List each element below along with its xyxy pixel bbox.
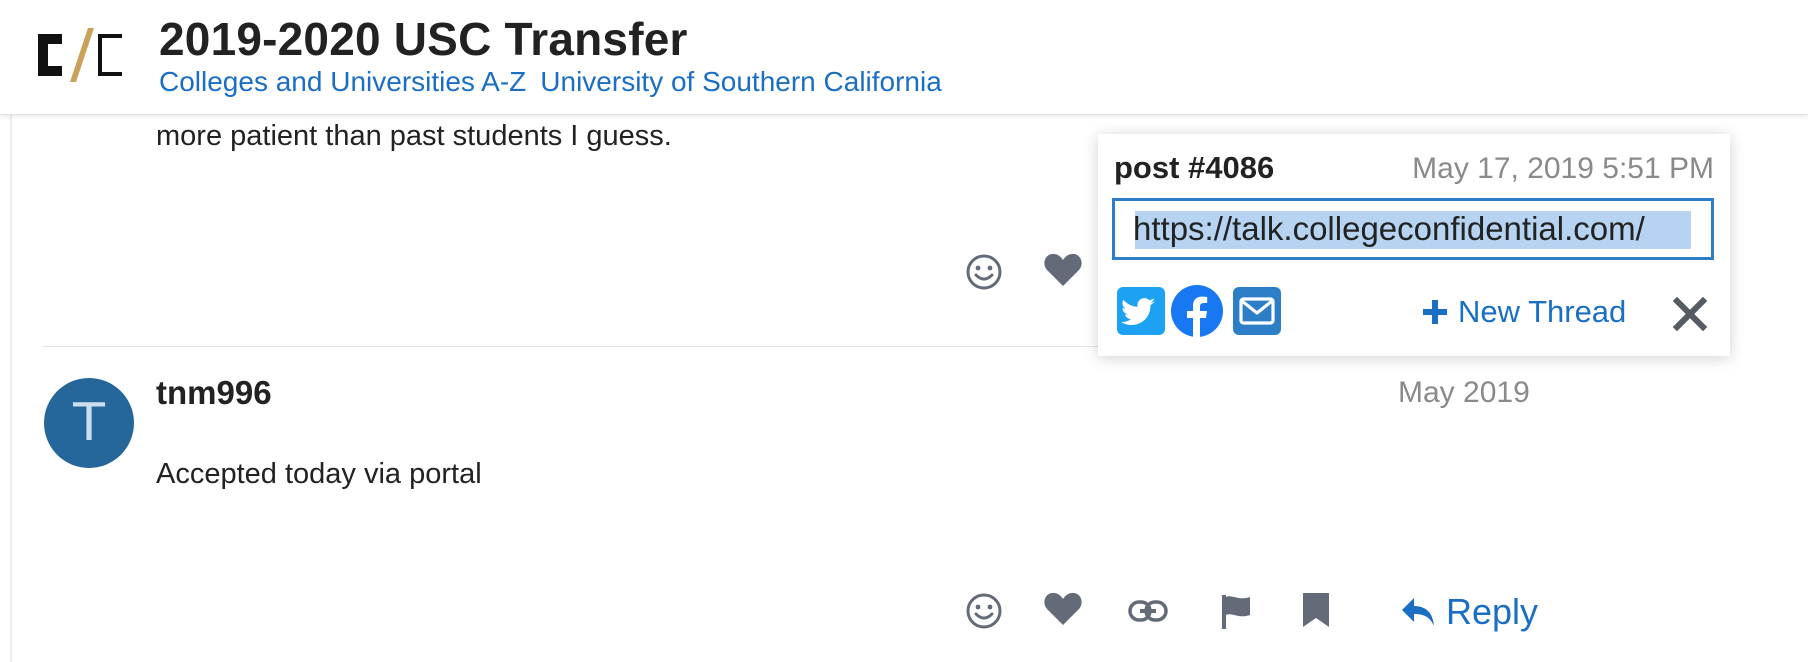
share-url-input[interactable] (1115, 201, 1711, 257)
close-icon[interactable] (1670, 294, 1710, 334)
share-link-icon[interactable] (1126, 589, 1170, 633)
bookmark-icon[interactable] (1294, 588, 1338, 632)
breadcrumb-usc[interactable]: University of Southern California (540, 66, 942, 97)
reply-icon (1402, 598, 1434, 626)
breadcrumb: Colleges and Universities A-Z University … (159, 66, 956, 98)
share-post-number: post #4086 (1114, 150, 1275, 185)
username[interactable]: tnm996 (156, 374, 272, 412)
thread-guide-line (10, 114, 12, 662)
flag-icon[interactable] (1214, 590, 1258, 634)
react-emoji-icon[interactable] (962, 250, 1006, 294)
site-logo[interactable] (32, 28, 126, 82)
react-emoji-icon[interactable] (962, 589, 1006, 633)
reply-button[interactable]: Reply (1400, 588, 1538, 636)
facebook-icon[interactable] (1170, 284, 1224, 338)
post-date[interactable]: May 2019 (1398, 376, 1530, 410)
reply-label: Reply (1446, 591, 1539, 632)
email-icon[interactable] (1232, 286, 1282, 336)
like-heart-icon[interactable] (1041, 248, 1085, 292)
plus-icon (1423, 300, 1447, 324)
new-thread-button[interactable]: New Thread (1422, 294, 1626, 330)
post-body-text: more patient than past students I guess. (156, 120, 672, 152)
page-title: 2019-2020 USC Transfer (159, 13, 688, 65)
post-body-text: Accepted today via portal (156, 458, 482, 490)
share-url-box (1112, 198, 1714, 260)
topic-header: 2019-2020 USC Transfer Colleges and Univ… (0, 0, 1808, 115)
like-heart-icon[interactable] (1041, 587, 1085, 631)
twitter-icon[interactable] (1116, 286, 1166, 336)
share-post-date: May 17, 2019 5:51 PM (1412, 152, 1714, 185)
breadcrumb-colleges-a-z[interactable]: Colleges and Universities A-Z (159, 66, 526, 97)
new-thread-label: New Thread (1458, 294, 1627, 329)
avatar[interactable]: T (44, 378, 134, 468)
share-popup: post #4086 May 17, 2019 5:51 PM New Thre… (1098, 134, 1730, 356)
